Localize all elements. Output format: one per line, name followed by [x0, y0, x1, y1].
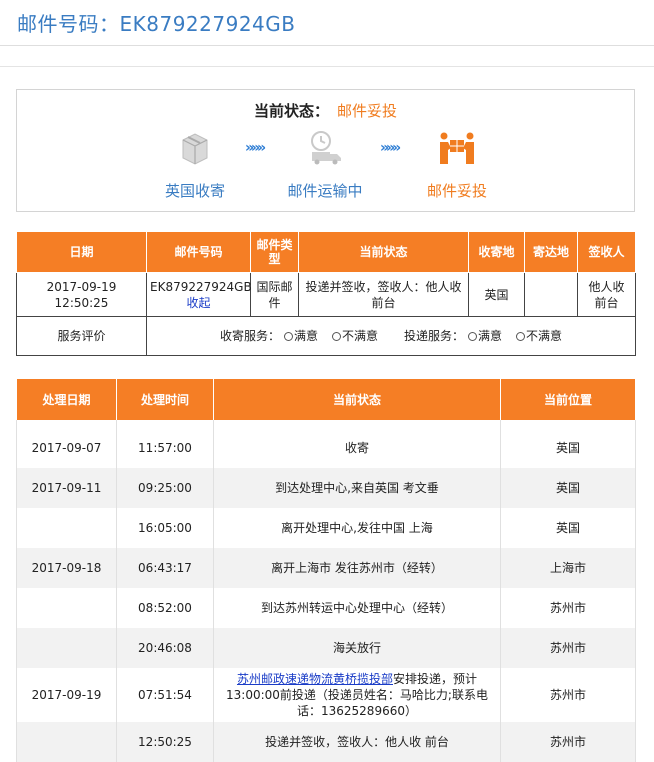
- summary-origin: 英国: [468, 272, 525, 317]
- table-row: 08:52:00 到达苏州转运中心处理中心（经转） 苏州市: [16, 588, 636, 628]
- col-header-process-date: 处理日期: [16, 379, 117, 420]
- package-icon: [182, 133, 208, 165]
- step-label-delivered: 邮件妥投: [426, 182, 487, 200]
- row-status: 离开处理中心,发往中国 上海: [213, 508, 501, 548]
- deliver-unsatisfied-label: 不满意: [526, 329, 563, 343]
- col-header-mail-no: 邮件号码: [146, 231, 251, 273]
- row-date: [16, 588, 117, 628]
- row-location: 苏州市: [500, 722, 636, 762]
- detail-header-row: 处理日期 处理时间 当前状态 当前位置: [16, 379, 636, 420]
- col-header-date: 日期: [16, 231, 147, 273]
- row-date: [16, 628, 117, 668]
- status-panel: 当前状态： 邮件妥投 英国收寄 »»» 邮件运输中 »»» 邮件妥投: [16, 89, 635, 212]
- row-status: 投递并签收，签收人：他人收 前台: [213, 722, 501, 762]
- deliver-service-label: 投递服务：: [404, 329, 465, 343]
- delivery-truck-icon: [311, 131, 341, 165]
- deliver-satisfied-radio[interactable]: [468, 332, 478, 341]
- collect-service-label: 收寄服务：: [219, 329, 280, 343]
- row-time: 20:46:08: [116, 628, 214, 668]
- table-row: 12:50:25 投递并签收，签收人：他人收 前台 苏州市: [16, 722, 636, 762]
- row-date: 2017-09-07: [16, 428, 117, 468]
- summary-row: 2017-09-19 12:50:25 EK879227924GB 收起 国际邮…: [16, 272, 636, 317]
- rating-options: 收寄服务： 满意 不满意 投递服务： 满意 不满意: [146, 316, 636, 356]
- row-status: 离开上海市 发往苏州市（经转）: [213, 548, 501, 588]
- branch-link[interactable]: 苏州邮政速递物流黄桥揽投部: [237, 672, 393, 686]
- col-header-current-location: 当前位置: [500, 379, 636, 420]
- row-time: 16:05:00: [116, 508, 214, 548]
- table-row: 20:46:08 海关放行 苏州市: [16, 628, 636, 668]
- col-header-destination: 寄达地: [524, 231, 578, 273]
- row-status: 到达处理中心,来自英国 考文垂: [213, 468, 501, 508]
- page-title: 邮件号码：EK879227924GB: [17, 12, 296, 36]
- deliver-satisfied-label: 满意: [478, 329, 503, 343]
- step-delivered: 邮件妥投: [387, 128, 527, 201]
- row-time: 08:52:00: [116, 588, 214, 628]
- summary-type: 国际邮件: [250, 272, 299, 317]
- step-collected: 英国收寄: [125, 128, 265, 201]
- summary-mail-no: EK879227924GB: [150, 279, 252, 294]
- col-header-process-time: 处理时间: [116, 379, 214, 420]
- row-date: 2017-09-19: [16, 668, 117, 722]
- collapse-link[interactable]: 收起: [186, 296, 210, 310]
- table-row: 2017-09-19 07:51:54 苏州邮政速递物流黄桥揽投部安排投递，预计…: [16, 668, 636, 722]
- row-time: 09:25:00: [116, 468, 214, 508]
- summary-signer: 他人收 前台: [577, 272, 636, 317]
- summary-mail-no-cell: EK879227924GB 收起: [146, 272, 252, 317]
- row-location: 英国: [500, 428, 636, 468]
- current-status-value: 邮件妥投: [337, 102, 398, 120]
- row-status: 海关放行: [213, 628, 501, 668]
- collect-unsatisfied-label: 不满意: [341, 329, 378, 343]
- collect-satisfied-radio[interactable]: [283, 332, 293, 341]
- step-label-in-transit: 邮件运输中: [287, 182, 363, 200]
- step-in-transit: 邮件运输中: [255, 128, 395, 201]
- step-label-collected: 英国收寄: [164, 182, 225, 200]
- page-header: 邮件号码：EK879227924GB: [0, 0, 654, 46]
- col-header-origin: 收寄地: [468, 231, 525, 273]
- collect-satisfied-label: 满意: [293, 329, 318, 343]
- row-date: 2017-09-18: [16, 548, 117, 588]
- row-time: 12:50:25: [116, 722, 214, 762]
- current-status: 当前状态： 邮件妥投: [17, 100, 634, 121]
- row-date: [16, 722, 117, 762]
- summary-status: 投递并签收，签收人：他人收 前台: [298, 272, 469, 317]
- rating-row: 服务评价 收寄服务： 满意 不满意 投递服务： 满意 不满意: [16, 316, 636, 356]
- row-status: 到达苏州转运中心处理中心（经转）: [213, 588, 501, 628]
- table-row: 16:05:00 离开处理中心,发往中国 上海 英国: [16, 508, 636, 548]
- tracking-detail-table: 处理日期 处理时间 当前状态 当前位置 2017-09-07 11:57:00 …: [16, 379, 636, 762]
- row-status-cell: 苏州邮政速递物流黄桥揽投部安排投递，预计13:00:00前投递（投递员姓名：马哈…: [213, 668, 501, 722]
- collect-unsatisfied-radio[interactable]: [331, 332, 341, 341]
- deliver-unsatisfied-radio[interactable]: [516, 332, 526, 341]
- row-location: 苏州市: [500, 668, 636, 722]
- table-row: 2017-09-11 09:25:00 到达处理中心,来自英国 考文垂 英国: [16, 468, 636, 508]
- row-time: 06:43:17: [116, 548, 214, 588]
- row-location: 英国: [500, 508, 636, 548]
- col-header-signer: 签收人: [577, 231, 636, 273]
- table-row: 2017-09-18 06:43:17 离开上海市 发往苏州市（经转） 上海市: [16, 548, 636, 588]
- col-header-type: 邮件类型: [250, 231, 299, 273]
- row-location: 上海市: [500, 548, 636, 588]
- summary-header-row: 日期 邮件号码 邮件类型 当前状态 收寄地 寄达地 签收人: [16, 231, 636, 273]
- divider: [0, 66, 654, 67]
- col-header-current-status: 当前状态: [213, 379, 501, 420]
- row-location: 苏州市: [500, 588, 636, 628]
- rating-label: 服务评价: [16, 316, 147, 356]
- handover-icon: [440, 132, 474, 164]
- row-location: 苏州市: [500, 628, 636, 668]
- col-header-status: 当前状态: [298, 231, 469, 273]
- row-time: 07:51:54: [116, 668, 214, 722]
- row-date: 2017-09-11: [16, 468, 117, 508]
- mail-summary-table: 日期 邮件号码 邮件类型 当前状态 收寄地 寄达地 签收人 2017-09-19…: [16, 231, 636, 356]
- current-status-label: 当前状态：: [253, 102, 329, 120]
- row-date: [16, 508, 117, 548]
- summary-destination: [524, 272, 578, 317]
- summary-date: 2017-09-19 12:50:25: [16, 272, 147, 317]
- row-location: 英国: [500, 468, 636, 508]
- row-status: 收寄: [213, 428, 501, 468]
- table-row: 2017-09-07 11:57:00 收寄 英国: [16, 428, 636, 468]
- row-time: 11:57:00: [116, 428, 214, 468]
